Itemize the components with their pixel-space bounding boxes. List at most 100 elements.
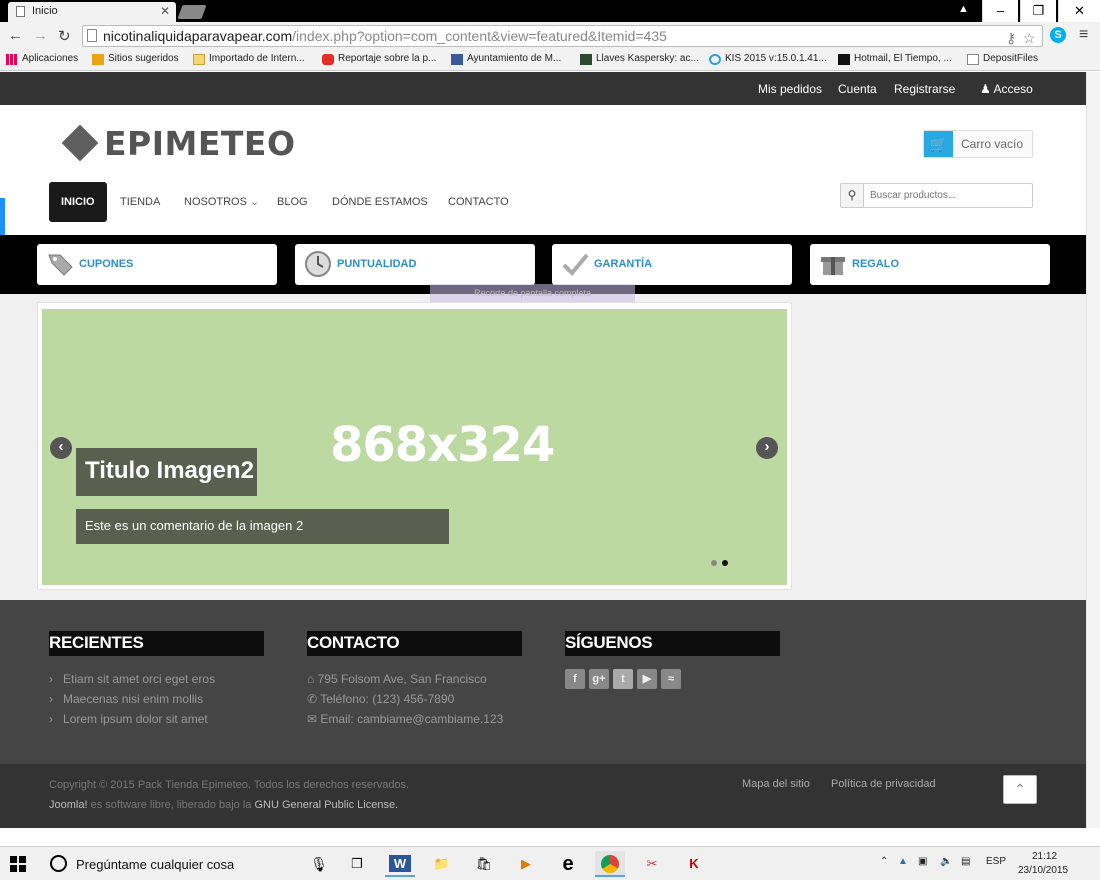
bookmark-item[interactable]: Reportaje sobre la p... <box>322 53 436 65</box>
clock-date[interactable]: 23/10/2015 <box>1018 865 1068 876</box>
back-to-top-button[interactable]: ⌃ <box>1003 775 1037 804</box>
menu-icon[interactable]: ≡ <box>1079 26 1088 44</box>
profile-icon[interactable]: ▲ <box>958 3 969 15</box>
facebook-icon[interactable]: f <box>565 669 585 689</box>
bookmark-item[interactable]: DepositFiles <box>967 53 1038 65</box>
feature-cupones[interactable]: CUPONES <box>37 244 277 285</box>
page-scrollbar[interactable] <box>1086 72 1100 828</box>
tray-app-icon[interactable]: ▲ <box>898 856 908 867</box>
browser-tab[interactable]: Inicio ✕ <box>8 2 176 22</box>
new-tab-button[interactable] <box>177 5 207 19</box>
snipping-tool-icon[interactable]: ✂ <box>637 851 667 877</box>
slider-dot-active[interactable] <box>722 560 728 566</box>
footer-link[interactable]: › Maecenas nisi enim mollis <box>49 692 203 706</box>
microphone-icon[interactable]: 🎙 <box>304 851 334 877</box>
kaspersky-icon[interactable]: K <box>679 851 709 877</box>
store-icon[interactable]: 🛍 <box>469 851 499 877</box>
privacy-link[interactable]: Política de privacidad <box>831 778 936 790</box>
folder-icon <box>193 54 205 65</box>
cortana-icon[interactable] <box>50 855 67 872</box>
file-explorer-icon[interactable]: 📁 <box>427 851 457 877</box>
google-plus-icon[interactable]: g+ <box>589 669 609 689</box>
cortana-search[interactable]: Pregúntame cualquier cosa <box>76 857 234 872</box>
windows-start-icon[interactable] <box>10 856 26 872</box>
bookmark-item[interactable]: Hotmail, El Tiempo, ... <box>838 53 952 65</box>
menu-item-tienda[interactable]: TIENDA <box>120 182 160 222</box>
menu-item-inicio[interactable]: INICIO <box>49 182 107 222</box>
footer-link[interactable]: › Etiam sit amet orci eget eros <box>49 672 215 686</box>
clock-time[interactable]: 21:12 <box>1032 851 1057 862</box>
bookmark-star-icon[interactable]: ☆ <box>1023 28 1036 46</box>
link-mis-pedidos[interactable]: Mis pedidos <box>758 82 822 96</box>
link-acceso[interactable]: ♟ Acceso <box>980 82 1033 96</box>
cart-label: Carro vacío <box>961 137 1024 151</box>
task-view-icon[interactable]: ❐ <box>342 851 372 877</box>
footer-address: ⌂ 795 Folsom Ave, San Francisco <box>307 672 487 686</box>
footer-bottom: Copyright © 2015 Pack Tienda Epimeteo. T… <box>0 764 1086 828</box>
menu-item-nosotros[interactable]: NOSOTROS ⌄ <box>184 182 259 222</box>
license-link[interactable]: GNU General Public License. <box>254 799 398 811</box>
checkmark-icon <box>562 253 589 276</box>
back-icon[interactable]: ← <box>8 27 23 44</box>
minimize-button[interactable]: ‒ <box>982 0 1018 22</box>
sitemap-link[interactable]: Mapa del sitio <box>742 778 810 790</box>
show-hidden-icons[interactable]: ⌃ <box>880 856 888 867</box>
twitter-icon[interactable]: t <box>613 669 633 689</box>
cart-icon: 🛒 <box>924 131 953 157</box>
search-icon[interactable]: ⚲ <box>841 184 864 207</box>
bookmark-item[interactable]: Llaves Kaspersky: ac... <box>580 53 699 65</box>
reload-icon[interactable]: ↻ <box>58 27 71 45</box>
footer-link[interactable]: › Lorem ipsum dolor sit amet <box>49 712 208 726</box>
slider-dot[interactable] <box>711 560 717 566</box>
slider-next-button[interactable]: › <box>756 437 778 459</box>
joomla-link[interactable]: Joomla! <box>49 799 88 811</box>
feature-label: REGALO <box>852 258 900 270</box>
language-indicator[interactable]: ESP <box>986 856 1006 867</box>
feature-puntualidad[interactable]: PUNTUALIDAD <box>295 244 535 285</box>
menu-item-contacto[interactable]: CONTACTO <box>448 182 509 222</box>
bookmark-item[interactable]: Ayuntamiento de M... <box>451 53 561 65</box>
bookmarks-bar: Aplicaciones Sitios sugeridos Importado … <box>0 50 1100 71</box>
cart-button[interactable]: 🛒 Carro vacío <box>923 130 1033 158</box>
address-bar[interactable]: nicotinaliquidaparavapear.com/index.php?… <box>82 25 1043 47</box>
phone-icon: ✆ <box>307 692 318 706</box>
youtube-icon[interactable]: ▶ <box>637 669 657 689</box>
slider-prev-button[interactable]: ‹ <box>50 437 72 459</box>
image-slider[interactable]: 868x324 Titulo Imagen2 Este es un coment… <box>42 309 787 585</box>
bookmark-item[interactable]: KIS 2015 v:15.0.1.41... <box>709 53 827 65</box>
link-registrarse[interactable]: Registrarse <box>894 82 955 96</box>
feature-garantia[interactable]: GARANTÍA <box>552 244 792 285</box>
footer-email[interactable]: ✉ Email: cambiame@cambiame.123 <box>307 712 503 726</box>
rss-icon[interactable]: ≈ <box>661 669 681 689</box>
forward-icon[interactable]: → <box>33 27 48 44</box>
menu-item-donde-estamos[interactable]: DÓNDE ESTAMOS <box>332 182 428 222</box>
browser-toolbar: ← → ↻ nicotinaliquidaparavapear.com/inde… <box>0 22 1100 50</box>
volume-icon[interactable]: 🔈 <box>940 856 952 867</box>
bookmark-item[interactable]: Importado de Intern... <box>193 53 305 65</box>
feature-regalo[interactable]: REGALO <box>810 244 1050 285</box>
page-icon <box>16 6 25 17</box>
tab-close-icon[interactable]: ✕ <box>160 4 170 18</box>
search-input[interactable] <box>865 184 1031 207</box>
site-icon <box>580 54 592 65</box>
link-cuenta[interactable]: Cuenta <box>838 82 877 96</box>
gift-icon <box>821 257 845 275</box>
url-path: /index.php?option=com_content&view=featu… <box>292 28 667 44</box>
chrome-app-icon[interactable] <box>595 851 625 877</box>
web-page: Mis pedidos Cuenta Registrarse ♟ Acceso … <box>0 72 1086 828</box>
media-player-icon[interactable]: ▶ <box>511 851 541 877</box>
network-icon[interactable]: ▣ <box>918 856 927 867</box>
action-center-icon[interactable]: ▤ <box>961 856 970 867</box>
bookmark-apps[interactable]: Aplicaciones <box>6 53 78 65</box>
restore-button[interactable]: ❐ <box>1020 0 1056 22</box>
key-icon[interactable]: ⚷ <box>1006 28 1016 46</box>
bookmark-item[interactable]: Sitios sugeridos <box>92 53 179 65</box>
logo[interactable]: EPIMETEO <box>104 124 296 163</box>
word-app-icon[interactable]: W <box>385 851 415 877</box>
edge-browser-icon[interactable]: e <box>553 851 583 877</box>
menu-item-blog[interactable]: BLOG <box>277 182 308 222</box>
skype-icon[interactable]: S <box>1050 27 1066 43</box>
close-window-button[interactable]: ✕ <box>1058 0 1100 22</box>
apps-icon <box>6 54 18 65</box>
screen: Inicio ✕ ▲ ‒ ❐ ✕ ← → ↻ nicotinaliquidapa… <box>0 0 1100 880</box>
